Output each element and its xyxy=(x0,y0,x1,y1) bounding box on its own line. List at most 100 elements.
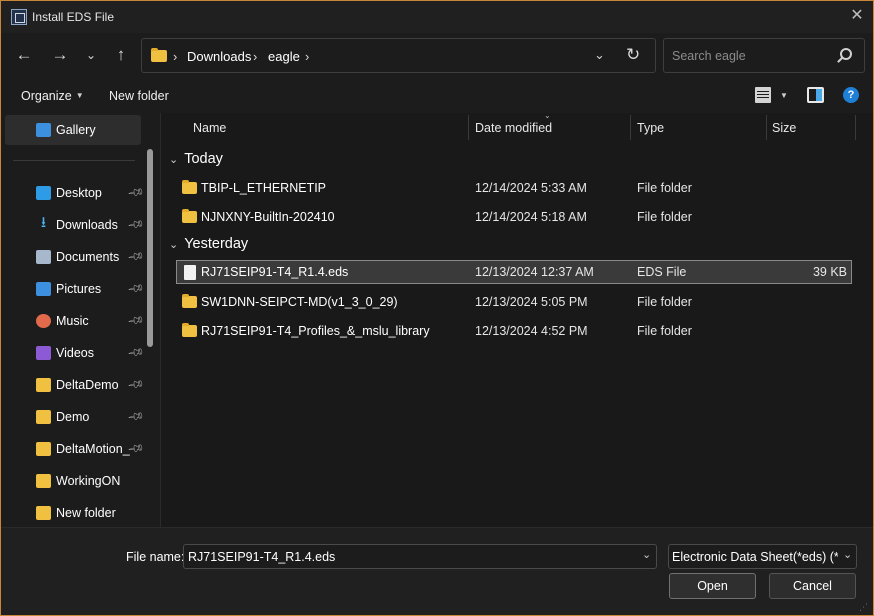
sidebar-item-workingon[interactable]: WorkingON xyxy=(5,466,141,496)
column-separator[interactable] xyxy=(468,115,469,140)
pin-icon: 📌︎ xyxy=(126,247,145,266)
chevron-down-icon[interactable]: ▼ xyxy=(780,91,788,100)
search-icon[interactable] xyxy=(840,48,852,60)
file-name-field[interactable]: RJ71SEIP91-T4_R1.4.eds ⌄ xyxy=(183,544,657,569)
search-box[interactable]: Search eagle xyxy=(663,38,865,73)
folder-icon xyxy=(182,209,197,223)
sidebar-item-music[interactable]: Music 📌︎ xyxy=(5,306,145,336)
file-icon xyxy=(184,265,196,280)
file-date: 12/13/2024 5:05 PM xyxy=(475,295,588,309)
sidebar-item-deltademo[interactable]: DeltaDemo 📌︎ xyxy=(5,370,145,400)
group-label: Yesterday xyxy=(184,236,249,252)
file-name: RJ71SEIP91-T4_R1.4.eds xyxy=(201,265,349,279)
chevron-down-icon[interactable]: ⌄ xyxy=(642,548,651,561)
pin-icon: 📌︎ xyxy=(126,183,145,202)
sidebar-item-label: DeltaMotion_ xyxy=(56,442,130,456)
group-header-yesterday[interactable]: ⌄ Yesterday xyxy=(169,236,248,252)
file-date: 12/13/2024 4:52 PM xyxy=(475,324,588,338)
sidebar-item-deltamotion[interactable]: DeltaMotion_ 📌︎ xyxy=(5,434,145,464)
file-type: File folder xyxy=(637,210,692,224)
column-header-size[interactable]: Size xyxy=(772,121,796,135)
sidebar-item-label: WorkingON xyxy=(56,474,121,488)
sidebar-scrollbar[interactable] xyxy=(147,149,153,347)
file-date: 12/14/2024 5:33 AM xyxy=(475,181,587,195)
group-header-today[interactable]: ⌄ Today xyxy=(169,151,223,167)
file-name: NJNXNY-BuiltIn-202410 xyxy=(201,210,335,224)
column-separator[interactable] xyxy=(766,115,767,140)
column-separator[interactable] xyxy=(630,115,631,140)
help-icon[interactable]: ? xyxy=(843,87,859,103)
column-header-name[interactable]: Name xyxy=(193,121,226,135)
list-item-selected[interactable]: RJ71SEIP91-T4_R1.4.eds 12/13/2024 12:37 … xyxy=(176,260,852,284)
pin-icon: 📌︎ xyxy=(126,375,145,394)
pin-icon: 📌︎ xyxy=(126,407,145,426)
refresh-icon[interactable]: ↻ xyxy=(626,45,640,65)
videos-icon xyxy=(36,346,51,360)
gallery-icon xyxy=(36,123,51,137)
list-item[interactable]: SW1DNN-SEIPCT-MD(v1_3_0_29) 12/13/2024 5… xyxy=(176,290,852,314)
organize-button[interactable]: Organize ▼ xyxy=(21,89,84,103)
pin-icon: 📌︎ xyxy=(126,343,145,362)
file-type: EDS File xyxy=(637,265,687,279)
group-label: Today xyxy=(184,151,223,167)
sidebar-item-label: Documents xyxy=(56,250,120,264)
open-button[interactable]: Open xyxy=(669,573,756,599)
file-type: File folder xyxy=(637,295,692,309)
address-dropdown-chevron-icon[interactable]: ⌄ xyxy=(594,47,605,63)
folder-icon xyxy=(36,410,51,424)
forward-arrow-icon[interactable]: → xyxy=(49,44,71,66)
navigation-bar: ← → ⌄ ↑ › Downloads › eagle › ⌄ ↻ Search… xyxy=(1,33,873,79)
sidebar-item-gallery[interactable]: Gallery xyxy=(5,115,141,145)
column-header-type[interactable]: Type xyxy=(637,121,664,135)
up-arrow-icon[interactable]: ↑ xyxy=(110,44,132,66)
file-type-filter-value: Electronic Data Sheet(*eds) (*.eds) xyxy=(672,550,838,564)
chevron-down-icon[interactable]: ⌄ xyxy=(843,548,853,561)
sidebar-item-videos[interactable]: Videos 📌︎ xyxy=(5,338,145,368)
file-name-value[interactable]: RJ71SEIP91-T4_R1.4.eds xyxy=(188,550,335,564)
breadcrumb-separator-icon[interactable]: › xyxy=(305,49,309,64)
address-bar[interactable]: › Downloads › eagle › ⌄ ↻ xyxy=(141,38,656,73)
chevron-down-icon: ⌄ xyxy=(169,154,179,166)
chevron-down-icon: ⌄ xyxy=(169,239,179,251)
view-options-icon[interactable] xyxy=(755,87,771,103)
file-name-label: File name: xyxy=(126,550,185,564)
organize-label: Organize xyxy=(21,89,72,103)
file-type: File folder xyxy=(637,181,692,195)
close-icon[interactable]: ✕ xyxy=(847,6,867,26)
breadcrumb-separator-icon: › xyxy=(253,49,258,64)
breadcrumb-eagle[interactable]: eagle xyxy=(268,49,300,64)
sidebar-item-downloads[interactable]: ⭳ Downloads 📌︎ xyxy=(5,210,145,240)
breadcrumb-downloads[interactable]: Downloads xyxy=(187,49,251,64)
file-type-filter-select[interactable]: Electronic Data Sheet(*eds) (*.eds) ⌄ xyxy=(668,544,857,569)
column-separator[interactable] xyxy=(855,115,856,140)
title-bar: Install EDS File ✕ xyxy=(1,1,873,33)
column-header-date[interactable]: Date modified xyxy=(475,121,552,135)
navigation-pane: Gallery Desktop 📌︎ ⭳ Downloads 📌︎ Docume… xyxy=(1,113,159,527)
sidebar-item-label: New folder xyxy=(56,506,116,520)
window-title: Install EDS File xyxy=(32,10,115,24)
file-name: SW1DNN-SEIPCT-MD(v1_3_0_29) xyxy=(201,295,398,309)
folder-icon xyxy=(36,378,51,392)
list-item[interactable]: NJNXNY-BuiltIn-202410 12/14/2024 5:18 AM… xyxy=(176,205,852,229)
list-item[interactable]: TBIP-L_ETHERNETIP 12/14/2024 5:33 AM Fil… xyxy=(176,176,852,200)
search-input[interactable]: Search eagle xyxy=(672,49,746,63)
folder-icon xyxy=(182,180,197,194)
preview-pane-icon[interactable] xyxy=(807,87,824,103)
recent-locations-chevron-icon[interactable]: ⌄ xyxy=(80,44,102,66)
file-name: RJ71SEIP91-T4_Profiles_&_mslu_library xyxy=(201,324,430,338)
list-item[interactable]: RJ71SEIP91-T4_Profiles_&_mslu_library 12… xyxy=(176,319,852,343)
sidebar-item-pictures[interactable]: Pictures 📌︎ xyxy=(5,274,145,304)
sidebar-item-label: Videos xyxy=(56,346,94,360)
file-date: 12/14/2024 5:18 AM xyxy=(475,210,587,224)
back-arrow-icon[interactable]: ← xyxy=(13,44,35,66)
sidebar-item-label: Pictures xyxy=(56,282,102,296)
cancel-button[interactable]: Cancel xyxy=(769,573,856,599)
sidebar-item-demo[interactable]: Demo 📌︎ xyxy=(5,402,145,432)
new-folder-button[interactable]: New folder xyxy=(109,89,169,103)
sidebar-item-desktop[interactable]: Desktop 📌︎ xyxy=(5,178,145,208)
sidebar-item-documents[interactable]: Documents 📌︎ xyxy=(5,242,145,272)
pictures-icon xyxy=(36,282,51,296)
sidebar-item-new-folder[interactable]: New folder xyxy=(5,498,141,527)
resize-grip-icon[interactable]: ⋰ xyxy=(859,602,868,613)
command-toolbar: Organize ▼ New folder ▼ ? xyxy=(1,80,873,113)
